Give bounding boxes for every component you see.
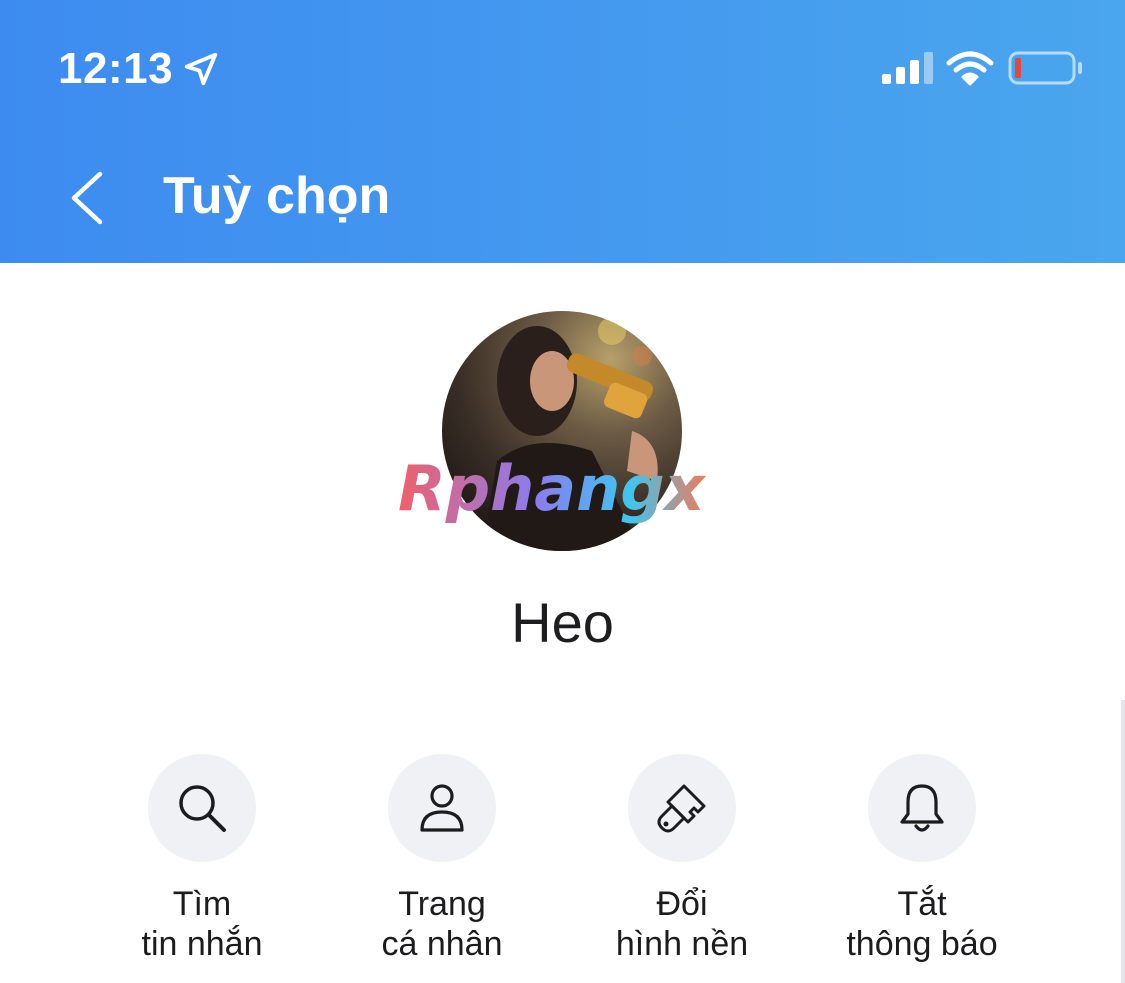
back-button[interactable] xyxy=(60,168,116,228)
wifi-icon xyxy=(946,51,994,86)
page-title: Tuỳ chọn xyxy=(163,167,391,225)
location-arrow-icon xyxy=(184,52,218,86)
cellular-signal-icon xyxy=(882,52,933,84)
battery-low-icon xyxy=(1008,51,1082,85)
svg-text:Rphangx: Rphangx xyxy=(398,452,707,525)
icon-circle xyxy=(628,754,736,862)
top-bar: 12:13 Tuỳ chọn xyxy=(0,0,1125,263)
profile-page-button[interactable]: Trang cá nhân xyxy=(322,754,562,964)
icon-circle xyxy=(868,754,976,862)
divider xyxy=(1121,700,1125,983)
icon-circle xyxy=(148,754,256,862)
mute-notifications-button[interactable]: Tắt thông báo xyxy=(802,754,1042,964)
action-label: Trang cá nhân xyxy=(381,885,503,963)
search-messages-button[interactable]: Tìm tin nhắn xyxy=(82,754,322,964)
search-icon xyxy=(179,785,226,832)
action-label: Đổi hình nền xyxy=(615,885,749,963)
profile-name: Heo xyxy=(511,591,614,654)
icon-circle xyxy=(388,754,496,862)
chevron-left-icon xyxy=(71,171,103,225)
paintbrush-icon xyxy=(657,784,706,833)
watermark-logo: Rphangx xyxy=(398,452,707,525)
user-icon xyxy=(420,784,464,832)
bell-icon xyxy=(900,784,944,832)
status-time: 12:13 xyxy=(58,44,174,93)
action-label: Tìm tin nhắn xyxy=(141,885,263,963)
action-label: Tắt thông báo xyxy=(846,885,998,963)
change-wallpaper-button[interactable]: Đổi hình nền xyxy=(562,754,802,964)
